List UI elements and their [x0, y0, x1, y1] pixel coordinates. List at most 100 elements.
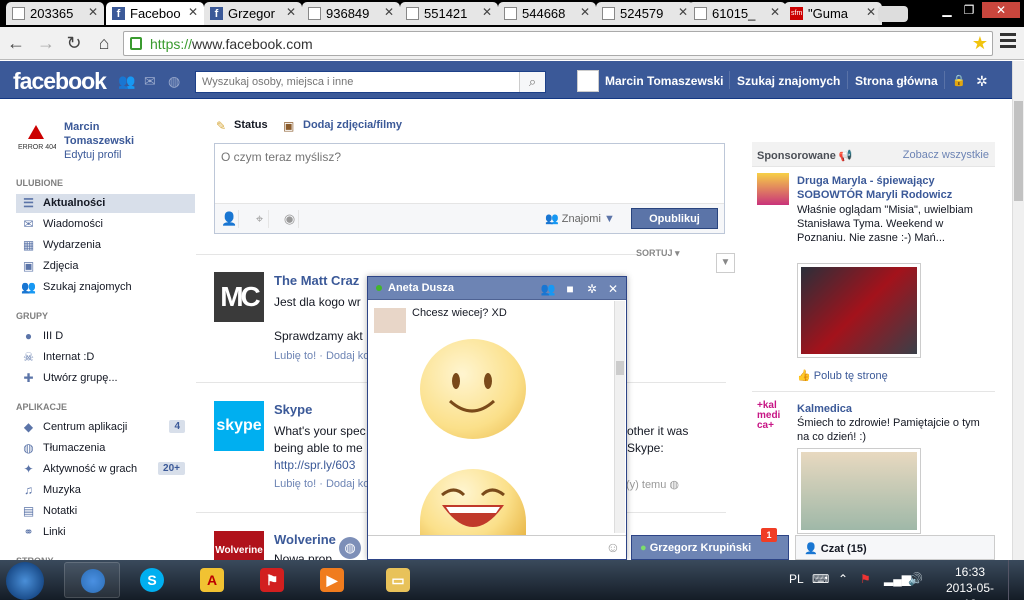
edit-profile-link[interactable]: Edytuj profil — [64, 149, 121, 161]
sidebar-item-find-friends[interactable]: 👥 Szukaj znajomych — [16, 278, 195, 297]
sort-button[interactable]: SORTUJ ▾ — [636, 248, 680, 259]
browser-tab[interactable]: 524579 ✕ — [596, 2, 694, 25]
browser-menu-icon[interactable] — [1000, 33, 1016, 49]
tag-friends-icon[interactable]: 👤 — [221, 210, 239, 228]
kalmedica-logo[interactable]: +kal medi ca+ — [757, 401, 789, 433]
page-scrollbar[interactable] — [1012, 61, 1024, 560]
friend-requests-icon[interactable]: 👥 — [118, 74, 135, 88]
status-input[interactable] — [215, 144, 724, 202]
close-icon[interactable]: ✕ — [286, 5, 296, 19]
taskbar-clock[interactable]: 16:33 2013-05-12 — [940, 564, 1000, 600]
avatar[interactable] — [577, 70, 599, 92]
scrollbar-thumb[interactable] — [1014, 101, 1023, 201]
privacy-lock-icon[interactable]: 🔒 — [952, 74, 967, 88]
story-actions[interactable]: Lubię to! · Dodaj ko — [274, 350, 369, 362]
scrollbar-thumb[interactable] — [616, 361, 624, 375]
story-avatar[interactable]: MC — [214, 272, 264, 322]
close-icon[interactable]: ✕ — [678, 5, 688, 19]
volume-icon[interactable]: 🔊 — [908, 572, 923, 586]
close-icon[interactable]: ✕ — [482, 5, 492, 19]
see-all-link[interactable]: Zobacz wszystkie — [903, 149, 989, 161]
start-button[interactable] — [6, 562, 44, 600]
sidebar-item-notes[interactable]: ▤ Notatki — [16, 502, 195, 521]
taskbar-app[interactable]: A — [184, 562, 240, 598]
composer-photo-tab[interactable]: Dodaj zdjęcia/filmy — [303, 119, 402, 131]
sidebar-item-group[interactable]: ☠ Internat :D — [16, 348, 195, 367]
ad-title[interactable]: Kalmedica — [797, 402, 987, 416]
close-icon[interactable]: ✕ — [866, 5, 876, 19]
sidebar-item-group[interactable]: ● III D — [16, 327, 195, 346]
back-icon[interactable]: ← — [6, 33, 26, 53]
browser-tab[interactable]: 936849 ✕ — [302, 2, 400, 25]
sidebar-item-news-feed[interactable]: ☰ Aktualności — [16, 194, 195, 213]
sidebar-item-events[interactable]: ▦ Wydarzenia — [16, 236, 195, 255]
sidebar-item-messages[interactable]: ✉ Wiadomości — [16, 215, 195, 234]
bookmark-star-icon[interactable]: ★ — [972, 33, 988, 54]
location-icon[interactable]: ⌖ — [251, 210, 269, 228]
chat-scrollbar[interactable] — [614, 301, 625, 533]
video-call-icon[interactable]: ■ — [562, 281, 578, 297]
story-author[interactable]: Skype — [274, 402, 312, 417]
taskbar-chrome[interactable] — [64, 562, 120, 598]
sidebar-item-music[interactable]: ♫ Muzyka — [16, 481, 195, 500]
sidebar-item-photos[interactable]: ▣ Zdjęcia — [16, 257, 195, 276]
audience-selector[interactable]: 👥 Znajomi ▼ — [545, 212, 615, 225]
ad-image[interactable] — [797, 448, 921, 534]
sidebar-item-translations[interactable]: ◍ Tłumaczenia — [16, 439, 195, 458]
forward-icon[interactable]: → — [36, 33, 56, 53]
close-window-button[interactable]: ✕ — [982, 2, 1020, 18]
story-actions[interactable]: Lubię to! · Dodaj ko — [274, 478, 369, 490]
story-author[interactable]: The Matt Craz — [274, 273, 359, 288]
sidebar-item-links[interactable]: ⚭ Linki — [16, 523, 195, 542]
new-tab-button[interactable] — [878, 6, 908, 22]
chat-message-input[interactable] — [372, 536, 592, 558]
sidebar-item-app-center[interactable]: ◆ Centrum aplikacji 4 — [16, 418, 195, 437]
globe-icon[interactable]: ◍ — [339, 537, 361, 559]
profile-picture[interactable]: ERROR 404 — [16, 121, 57, 161]
chat-contact-name[interactable]: Aneta Dusza — [388, 282, 454, 294]
facebook-logo[interactable]: facebook — [13, 68, 107, 95]
sidebar-item-games[interactable]: ✦ Aktywność w grach 20+ — [16, 460, 195, 479]
skype-logo[interactable]: skype — [214, 401, 264, 451]
story-link-text[interactable]: http://spr.ly/603 — [274, 458, 355, 472]
browser-tab[interactable]: 61015_ ✕ — [688, 2, 786, 25]
browser-tab[interactable]: sfm "Guma ✕ — [784, 2, 882, 25]
maximize-button[interactable]: ❐ — [958, 2, 980, 18]
chat-header[interactable]: Aneta Dusza 👥 ■ ✲ ✕ — [368, 277, 626, 300]
sidebar-item-create-group[interactable]: ✚ Utwórz grupę... — [16, 369, 195, 388]
ad-thumbnail[interactable] — [757, 173, 789, 205]
composer-status-tab[interactable]: Status — [234, 119, 268, 131]
emoticon-icon[interactable]: ☺ — [606, 539, 620, 555]
search-input[interactable] — [196, 72, 516, 92]
publish-button[interactable]: Opublikuj — [631, 208, 718, 229]
messages-jewel-icon[interactable]: ✉ — [144, 74, 159, 88]
search-icon[interactable]: ⌕ — [519, 72, 545, 92]
action-center-icon[interactable]: ⚑ — [860, 572, 871, 586]
taskbar-acrobat[interactable]: ⚑ — [244, 562, 300, 598]
browser-tab[interactable]: 544668 ✕ — [498, 2, 596, 25]
home-icon[interactable]: ⌂ — [94, 33, 114, 53]
profile-name[interactable]: Marcin Tomaszewski — [64, 120, 164, 148]
close-icon[interactable]: ✕ — [384, 5, 394, 19]
wolverine-logo[interactable]: Wolverine — [214, 531, 264, 560]
minimize-button[interactable]: ▁ — [936, 2, 958, 18]
chevron-down-icon[interactable]: ▼ — [716, 253, 735, 273]
gear-icon[interactable]: ✲ — [584, 281, 600, 297]
ad-image[interactable] — [797, 263, 921, 358]
notifications-globe-icon[interactable]: ◍ — [168, 74, 183, 88]
add-friends-icon[interactable]: 👥 — [540, 281, 556, 297]
keyboard-icon[interactable]: ⌨ — [812, 572, 829, 586]
find-friends-link[interactable]: Szukaj znajomych — [737, 74, 840, 88]
avatar[interactable] — [374, 308, 406, 333]
close-icon[interactable]: ✕ — [580, 5, 590, 19]
browser-tab[interactable]: f Faceboo ✕ — [106, 2, 204, 25]
camera-icon[interactable]: ◉ — [281, 210, 299, 228]
browser-tab[interactable]: 551421 ✕ — [400, 2, 498, 25]
story-author[interactable]: Wolverine — [274, 532, 336, 547]
close-icon[interactable]: ✕ — [770, 5, 780, 19]
chat-sidebar-toggle[interactable]: 👤 Czat (15) — [795, 535, 995, 560]
show-desktop-button[interactable] — [1008, 560, 1024, 600]
settings-gear-icon[interactable]: ✲ — [976, 74, 991, 88]
browser-tab[interactable]: f Grzegor ✕ — [204, 2, 302, 25]
show-hidden-icons[interactable]: ⌃ — [838, 572, 848, 586]
